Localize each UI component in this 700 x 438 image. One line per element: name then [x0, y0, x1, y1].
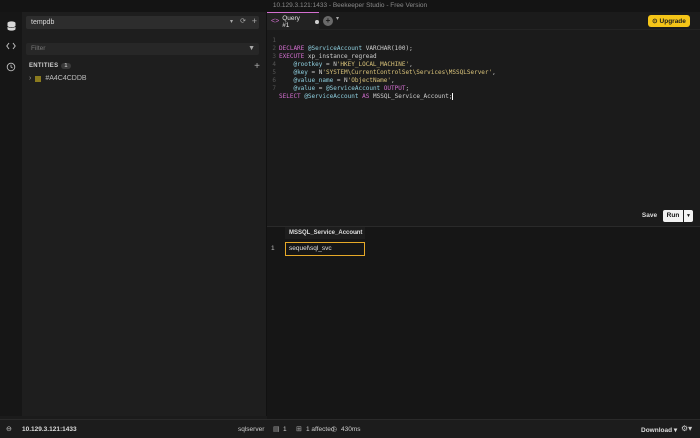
- rows-icon: ▤: [273, 426, 280, 433]
- schema-icon: [35, 75, 42, 82]
- line-number: 5: [272, 69, 276, 76]
- unsaved-dot-icon: [315, 19, 319, 24]
- entities-count-badge: 1: [61, 63, 71, 69]
- code-line: @rootkey = N'HKEY_LOCAL_MACHINE',: [293, 61, 413, 68]
- clock-icon: ◷: [331, 426, 338, 433]
- database-icon[interactable]: [4, 20, 18, 32]
- row-count: 1: [283, 426, 287, 433]
- tab-label: Query #1: [282, 14, 300, 29]
- code-line: @value_name = N'ObjectName',: [293, 77, 395, 84]
- database-name: tempdb: [31, 19, 55, 26]
- code-line: DECLARE @ServiceAccount VARCHAR(100);: [279, 45, 413, 52]
- add-entity-icon[interactable]: +: [254, 61, 260, 72]
- line-number: 1: [272, 37, 276, 44]
- text-cursor: [452, 93, 454, 100]
- database-select[interactable]: tempdb ▾ ⟳ +: [26, 16, 259, 29]
- column-header[interactable]: MSSQL_Service_Account ▲: [285, 227, 365, 239]
- tab-bar: <> Query #1 + ▾ ⊙ Upgrade: [267, 12, 700, 30]
- chevron-down-icon[interactable]: ▾: [230, 18, 233, 25]
- query-time: 430ms: [341, 426, 361, 433]
- run-options-chevron-icon[interactable]: ▼: [684, 210, 693, 222]
- connection-icon[interactable]: ⊖: [6, 425, 12, 433]
- status-bar: ⊖ 10.129.3.121:1433 sqlserver ▤ 1 ⊞ 1 af…: [0, 419, 700, 438]
- chevron-right-icon[interactable]: ›: [29, 75, 31, 82]
- code-line: @key = N'SYSTEM\CurrentControlSet\Servic…: [293, 69, 496, 76]
- window-title: 10.129.3.121:1433 - Beekeeper Studio - F…: [0, 0, 700, 12]
- affected-icon: ⊞: [296, 426, 302, 433]
- entity-item[interactable]: › #A4C4CDDB: [29, 75, 87, 82]
- save-button[interactable]: Save: [639, 210, 660, 222]
- connection-label[interactable]: 10.129.3.121:1433: [22, 426, 77, 433]
- line-number: 3: [272, 53, 276, 60]
- dialect-label: sqlserver: [238, 426, 265, 433]
- icon-rail: [0, 12, 22, 416]
- code-icon: <>: [271, 18, 280, 25]
- code-line: SELECT @ServiceAccount AS MSSQL_Service_…: [279, 93, 454, 100]
- upgrade-icon: ⊙: [652, 18, 658, 25]
- refresh-icon[interactable]: ⟳: [240, 17, 246, 25]
- chevron-down-icon[interactable]: ▾: [336, 15, 339, 22]
- code-icon[interactable]: [4, 40, 18, 52]
- row-number: 1: [271, 245, 275, 252]
- entity-label: #A4C4CDDB: [45, 75, 87, 82]
- filter-input[interactable]: Filter ▼: [26, 43, 259, 55]
- download-button[interactable]: Download ▾: [641, 426, 677, 434]
- new-tab-button[interactable]: +: [323, 16, 333, 26]
- upgrade-button[interactable]: ⊙ Upgrade: [648, 15, 690, 27]
- line-number: 4: [272, 61, 276, 68]
- sidebar: tempdb ▾ ⟳ + Filter ▼ ENTITIES 1 + › #A4C…: [22, 12, 267, 416]
- line-number: 6: [272, 77, 276, 84]
- line-number: 2: [272, 45, 276, 52]
- code-line: EXECUTE xp_instance_regread: [279, 53, 377, 60]
- sql-editor[interactable]: 1 DECLARE @ServiceAccount VARCHAR(100); …: [267, 31, 700, 226]
- results-grid: MSSQL_Service_Account ▲ 1 sequel\sql_svc: [267, 226, 700, 419]
- sort-icon[interactable]: ▲: [354, 227, 359, 239]
- add-connection-icon[interactable]: +: [252, 16, 257, 26]
- run-button[interactable]: Run: [663, 210, 683, 222]
- gear-icon[interactable]: ⚙▾: [681, 424, 692, 433]
- tab-query-1[interactable]: <> Query #1: [267, 12, 319, 30]
- filter-icon[interactable]: ▼: [248, 43, 255, 55]
- result-cell[interactable]: sequel\sql_svc: [285, 242, 365, 256]
- history-icon[interactable]: [4, 61, 18, 73]
- line-number: 7: [272, 85, 276, 92]
- code-line: @value = @ServiceAccount OUTPUT;: [293, 85, 410, 92]
- entities-header: ENTITIES 1: [29, 63, 71, 69]
